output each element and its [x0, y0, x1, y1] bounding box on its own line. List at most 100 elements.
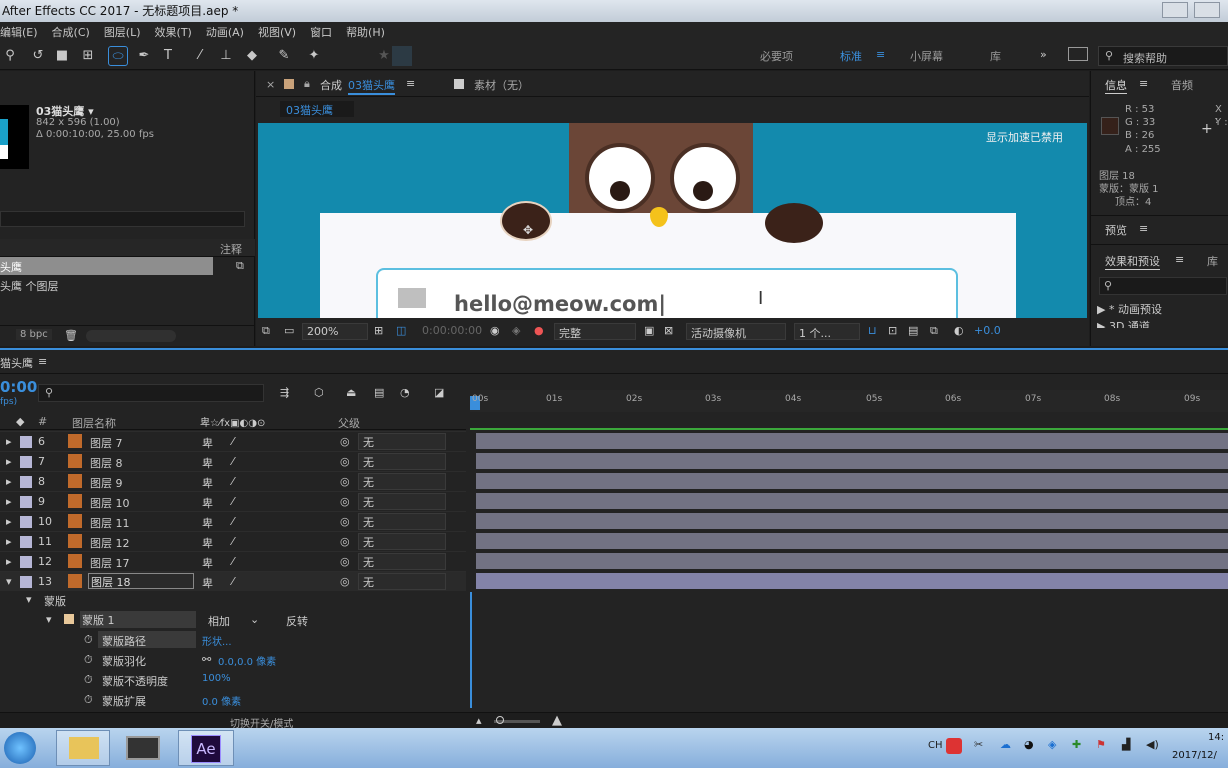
shy-switch-icon[interactable]: 卑: [202, 455, 213, 471]
taskbar-after-effects[interactable]: Ae: [178, 730, 234, 766]
clock-time[interactable]: 14:: [1208, 732, 1224, 743]
effects-item-animation-presets[interactable]: ▶ * 动画预设: [1097, 301, 1162, 317]
zoom-dropdown[interactable]: 200%: [302, 323, 368, 340]
comp-mini-flowchart-icon[interactable]: ⇶: [280, 386, 289, 399]
footage-tab[interactable]: 素材（无）: [474, 77, 529, 93]
bpc-toggle[interactable]: 8 bpc: [16, 329, 52, 340]
pickwhip-icon[interactable]: ◎: [340, 515, 350, 528]
parent-dropdown[interactable]: 无: [358, 493, 446, 510]
effects-library-tab[interactable]: 库: [1207, 253, 1218, 269]
project-search-input[interactable]: [0, 211, 245, 227]
effects-presets-tab[interactable]: 效果和预设: [1105, 253, 1160, 270]
flowchart-view-icon[interactable]: ⧉: [930, 324, 938, 338]
workspace-menu-icon[interactable]: ≡: [876, 48, 885, 61]
zoom-tool-icon[interactable]: ⚲: [0, 46, 20, 66]
parent-column[interactable]: 父级: [338, 415, 360, 431]
motion-blur-icon[interactable]: ◔: [400, 386, 410, 399]
zoom-in-icon[interactable]: ▲: [552, 713, 562, 728]
tray-shield-icon[interactable]: ◈: [1048, 738, 1056, 751]
shy-switch-icon[interactable]: 卑: [202, 535, 213, 551]
stopwatch-icon[interactable]: ⏱: [84, 633, 93, 647]
expand-icon[interactable]: ▸: [6, 475, 12, 488]
parent-dropdown[interactable]: 无: [358, 473, 446, 490]
menu-animation[interactable]: 动画(A): [206, 24, 244, 40]
shy-switch-icon[interactable]: 卑: [202, 555, 213, 571]
expand-icon[interactable]: ▸: [6, 435, 12, 448]
label-color[interactable]: [20, 516, 32, 528]
camera-tool-icon[interactable]: ■: [52, 46, 72, 66]
shy-switch-icon[interactable]: 卑: [202, 435, 213, 451]
layer-bar[interactable]: [476, 473, 1228, 489]
table-row[interactable]: ▸ 8 图层 9 卑 ⁄ ◎ 无: [0, 471, 466, 491]
workspace-libraries[interactable]: 库: [990, 48, 1001, 64]
stopwatch-icon[interactable]: ⏱: [84, 653, 93, 667]
menu-layer[interactable]: 图层(L): [104, 24, 141, 40]
effects-item-3d-channel[interactable]: ▶ 3D 通道: [1097, 318, 1150, 328]
pickwhip-icon[interactable]: ◎: [340, 575, 350, 588]
ellipse-tool-icon[interactable]: ⬭: [108, 46, 128, 66]
layer-bar[interactable]: [476, 453, 1228, 469]
quality-switch-icon[interactable]: ⁄: [232, 475, 234, 488]
label-color[interactable]: [20, 436, 32, 448]
zoom-slider-handle[interactable]: [496, 716, 504, 724]
tab-info[interactable]: 信息: [1105, 77, 1127, 94]
eraser-tool-icon[interactable]: ◆: [242, 46, 262, 66]
layer-name[interactable]: 图层 8: [90, 455, 123, 471]
table-row[interactable]: ▸ 9 图层 10 卑 ⁄ ◎ 无: [0, 491, 466, 511]
clock-date[interactable]: 2017/12/: [1172, 750, 1217, 761]
quality-switch-icon[interactable]: ⁄: [232, 455, 234, 468]
table-row[interactable]: ▸ 11 图层 12 卑 ⁄ ◎ 无: [0, 531, 466, 551]
comp-tab-name[interactable]: 03猫头鹰: [348, 77, 395, 95]
layer-bar[interactable]: [476, 433, 1228, 449]
input-method-icon[interactable]: [946, 738, 962, 754]
info-menu-icon[interactable]: ≡: [1139, 77, 1148, 90]
mask-mode-chevron-icon[interactable]: ⌄: [250, 613, 259, 626]
comp-subtab[interactable]: 03猫头鹰: [280, 101, 354, 117]
taskbar-explorer[interactable]: [56, 730, 110, 766]
tray-flag-icon[interactable]: ⚑: [1096, 738, 1106, 751]
table-row-selected[interactable]: ▾ 13 图层 18 卑 ⁄ ◎ 无: [0, 571, 466, 591]
layer-name-column[interactable]: 图层名称: [72, 415, 116, 431]
roi-icon[interactable]: ▣: [644, 324, 654, 337]
pickwhip-icon[interactable]: ◎: [340, 475, 350, 488]
region-icon[interactable]: ⧉: [262, 324, 270, 338]
network-icon[interactable]: ▟: [1122, 738, 1130, 751]
mask-group-toggle-icon[interactable]: ▾: [26, 593, 32, 606]
tray-cloud-icon[interactable]: ☁: [1000, 738, 1011, 751]
pickwhip-icon[interactable]: ◎: [340, 535, 350, 548]
table-row[interactable]: ▸ 12 图层 17 卑 ⁄ ◎ 无: [0, 551, 466, 571]
shy-switch-icon[interactable]: 卑: [202, 475, 213, 491]
project-item-selected[interactable]: 头鹰: [0, 257, 213, 275]
expand-icon[interactable]: ▸: [6, 515, 12, 528]
parent-dropdown[interactable]: 无: [358, 513, 446, 530]
show-snapshot-icon[interactable]: ◈: [512, 324, 520, 337]
tray-security-icon[interactable]: ✚: [1072, 738, 1081, 751]
camera-dropdown[interactable]: 活动摄像机: [686, 323, 786, 340]
timeline-search-input[interactable]: ⚲: [38, 384, 264, 402]
menu-help[interactable]: 帮助(H): [346, 24, 385, 40]
label-color[interactable]: [20, 456, 32, 468]
fast-preview-icon[interactable]: ⊡: [888, 324, 897, 337]
text-tool-icon[interactable]: T: [158, 46, 178, 66]
label-color[interactable]: [20, 576, 32, 588]
timeline-tab[interactable]: 猫头鹰: [0, 355, 33, 371]
draft-3d-icon[interactable]: ⬡: [314, 386, 324, 399]
snapshot-icon[interactable]: ◉: [490, 324, 500, 337]
trash-icon[interactable]: 🗑: [64, 329, 78, 342]
time-ruler[interactable]: 00s 01s 02s 03s 04s 05s 06s 07s 08s 09s: [470, 390, 1228, 412]
menu-composition[interactable]: 合成(C): [52, 24, 90, 40]
comp-tab-menu-icon[interactable]: ≡: [406, 77, 415, 90]
layer-name[interactable]: 图层 11: [90, 515, 130, 531]
quality-switch-icon[interactable]: ⁄: [232, 535, 234, 548]
shy-icon[interactable]: ⏏: [346, 386, 356, 399]
tray-tool-icon[interactable]: ✂: [974, 738, 983, 751]
quality-switch-icon[interactable]: ⁄: [232, 495, 234, 508]
layer-name[interactable]: 图层 7: [90, 435, 123, 451]
mask-mode-dropdown[interactable]: 相加: [208, 613, 230, 629]
shy-switch-icon[interactable]: 卑: [202, 495, 213, 511]
clone-stamp-tool-icon[interactable]: ⊥: [216, 46, 236, 66]
transparency-grid-icon[interactable]: ⊠: [664, 324, 673, 337]
maximize-button[interactable]: [1194, 2, 1220, 18]
tab-audio[interactable]: 音频: [1171, 77, 1193, 93]
layer-name[interactable]: 图层 17: [90, 555, 130, 571]
